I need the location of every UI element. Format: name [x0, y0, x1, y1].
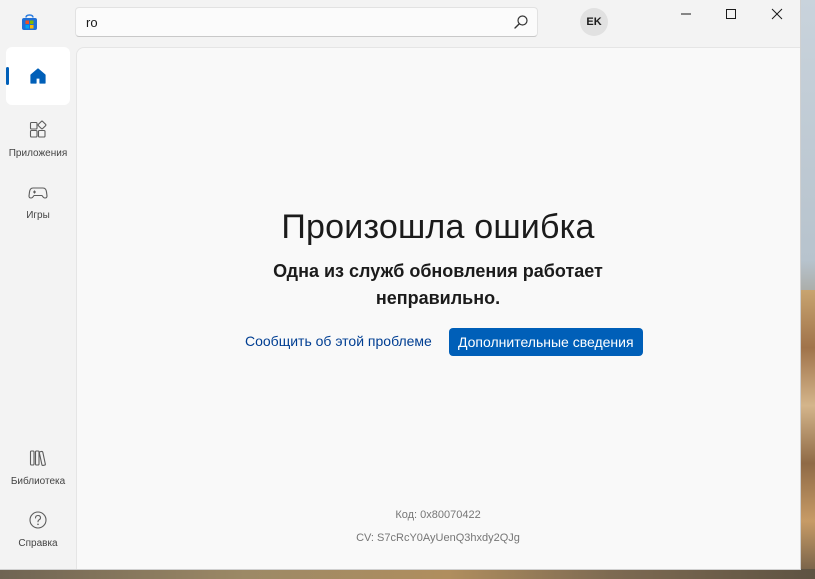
sidebar-item-label: Игры [26, 210, 50, 221]
sidebar-item-apps[interactable]: Приложения [6, 112, 70, 170]
user-avatar[interactable]: EK [580, 8, 608, 36]
store-window: EK [0, 0, 801, 570]
sidebar-item-library[interactable]: Библиотека [6, 440, 70, 498]
wallpaper-bottom [0, 569, 815, 579]
error-page: Произошла ошибка Одна из служб обновлени… [76, 47, 800, 569]
search-box[interactable] [75, 7, 538, 37]
home-icon [30, 68, 46, 84]
sidebar-item-help[interactable]: Справка [6, 502, 70, 560]
library-icon [29, 450, 46, 467]
wallpaper-edge [800, 290, 815, 579]
apps-grid-icon [29, 120, 47, 138]
error-title: Произошла ошибка [281, 208, 595, 246]
sidebar-item-games[interactable]: Игры [6, 174, 70, 232]
search-icon[interactable] [513, 14, 529, 30]
title-bar: EK [0, 0, 800, 44]
error-description: Одна из служб обновления работает неправ… [273, 261, 603, 308]
close-button[interactable] [754, 0, 800, 30]
report-problem-link[interactable]: Сообщить об этой проблеме [245, 333, 432, 349]
error-code: Код: 0x80070422 [395, 509, 481, 521]
gamepad-icon [28, 187, 48, 199]
help-icon [29, 511, 47, 529]
maximize-icon [726, 9, 736, 19]
close-icon [771, 8, 783, 20]
minimize-button[interactable] [663, 0, 709, 30]
more-info-button[interactable]: Дополнительные сведения [449, 328, 643, 356]
maximize-button[interactable] [708, 0, 754, 30]
correlation-vector: CV: S7cRcY0AyUenQ3hxdy2QJg [356, 532, 520, 544]
nav-sidebar: Приложения Игры Библиотека Справка [0, 44, 76, 569]
sidebar-item-label: Справка [18, 538, 58, 549]
search-input[interactable] [86, 12, 496, 32]
sidebar-item-label: Приложения [8, 148, 68, 159]
microsoft-store-icon [22, 14, 37, 30]
sidebar-item-home[interactable] [6, 47, 70, 105]
active-indicator [6, 67, 9, 85]
minimize-icon [681, 13, 691, 15]
sidebar-item-label: Библиотека [10, 476, 66, 487]
